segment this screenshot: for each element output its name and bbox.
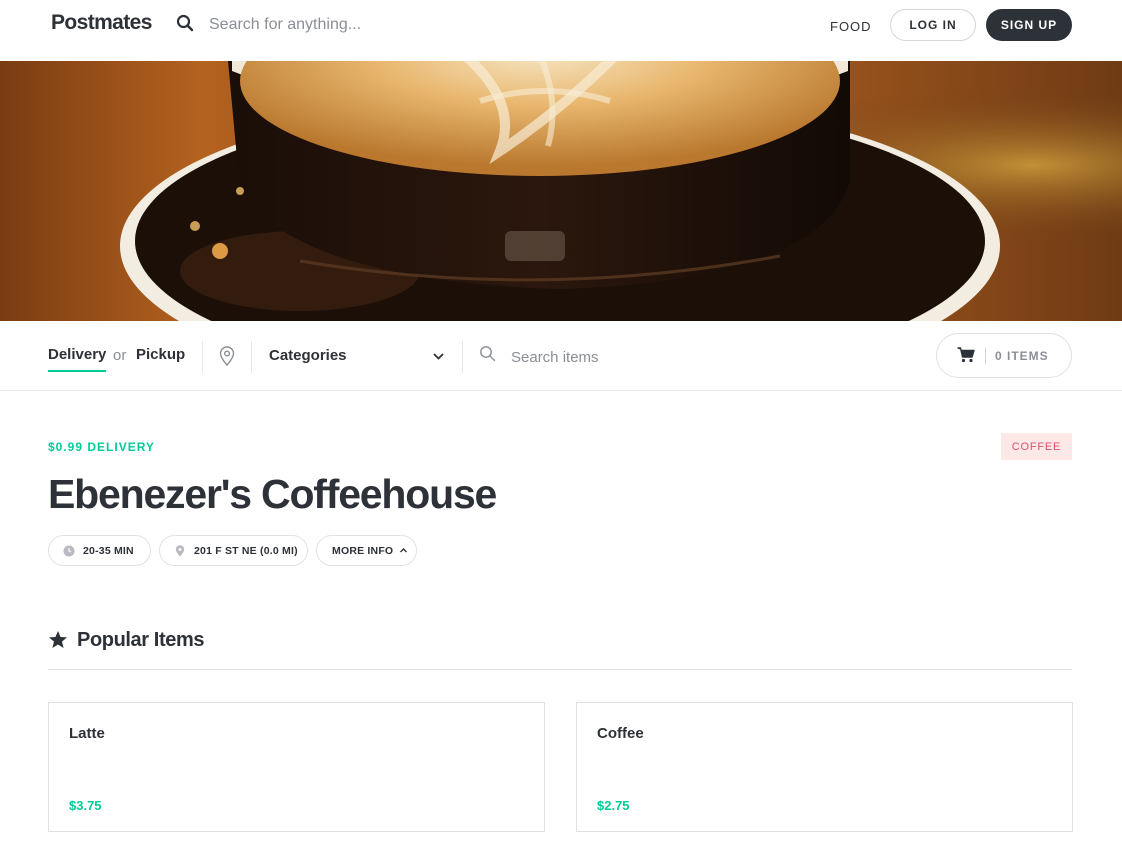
or-label: or xyxy=(113,347,127,364)
categories-dropdown[interactable]: Categories xyxy=(269,347,447,369)
menu-item-name: Coffee xyxy=(597,725,644,742)
global-search-input[interactable] xyxy=(209,14,629,36)
chevron-up-icon xyxy=(400,548,408,553)
address-pill[interactable]: 201 F ST NE (0.0 MI) xyxy=(159,535,308,566)
menu-item-price: $3.75 xyxy=(69,798,102,813)
more-info-label: MORE INFO xyxy=(332,544,394,557)
cart-item-count: 0 ITEMS xyxy=(995,349,1049,363)
location-pin-icon xyxy=(175,544,185,556)
more-info-button[interactable]: MORE INFO xyxy=(316,535,417,566)
eta-pill: 20-35 MIN xyxy=(48,535,151,566)
location-pin-icon[interactable] xyxy=(217,345,237,367)
top-navbar: Postmates FOOD LOG IN SIGN UP xyxy=(0,0,1122,61)
menu-item-name: Latte xyxy=(69,725,105,742)
divider xyxy=(202,341,203,373)
cart-button[interactable]: 0 ITEMS xyxy=(936,333,1072,378)
store-name: Ebenezer's Coffeehouse xyxy=(48,471,497,517)
address-text: 201 F ST NE (0.0 MI) xyxy=(194,544,298,557)
menu-item-price: $2.75 xyxy=(597,798,630,813)
section-title: Popular Items xyxy=(77,629,205,651)
coffee-cup-illustration xyxy=(0,61,1122,321)
popular-items-header: Popular Items xyxy=(48,628,1072,670)
search-icon xyxy=(480,346,496,362)
star-icon xyxy=(49,631,67,648)
menu-search-input[interactable] xyxy=(511,346,811,368)
store-hero-image xyxy=(0,61,1122,321)
signup-button[interactable]: SIGN UP xyxy=(986,9,1072,41)
divider xyxy=(462,341,463,373)
divider xyxy=(985,348,986,364)
nav-link-food[interactable]: FOOD xyxy=(830,19,872,34)
store-toolbar: Delivery or Pickup Categories 0 ITEMS xyxy=(0,321,1122,391)
login-button[interactable]: LOG IN xyxy=(890,9,976,41)
cart-icon xyxy=(957,347,975,363)
category-badge[interactable]: COFFEE xyxy=(1001,433,1072,460)
menu-item-card[interactable]: Coffee $2.75 xyxy=(576,702,1073,832)
menu-item-card[interactable]: Latte $3.75 xyxy=(48,702,545,832)
delivery-fee: $0.99 DELIVERY xyxy=(48,440,155,454)
divider xyxy=(251,341,252,373)
eta-text: 20-35 MIN xyxy=(83,544,134,557)
clock-icon xyxy=(63,545,75,556)
postmates-logo[interactable]: Postmates xyxy=(51,11,152,35)
tab-delivery[interactable]: Delivery xyxy=(48,346,107,372)
chevron-down-icon[interactable] xyxy=(432,350,445,363)
tab-pickup[interactable]: Pickup xyxy=(136,346,185,363)
search-icon[interactable] xyxy=(176,14,194,32)
